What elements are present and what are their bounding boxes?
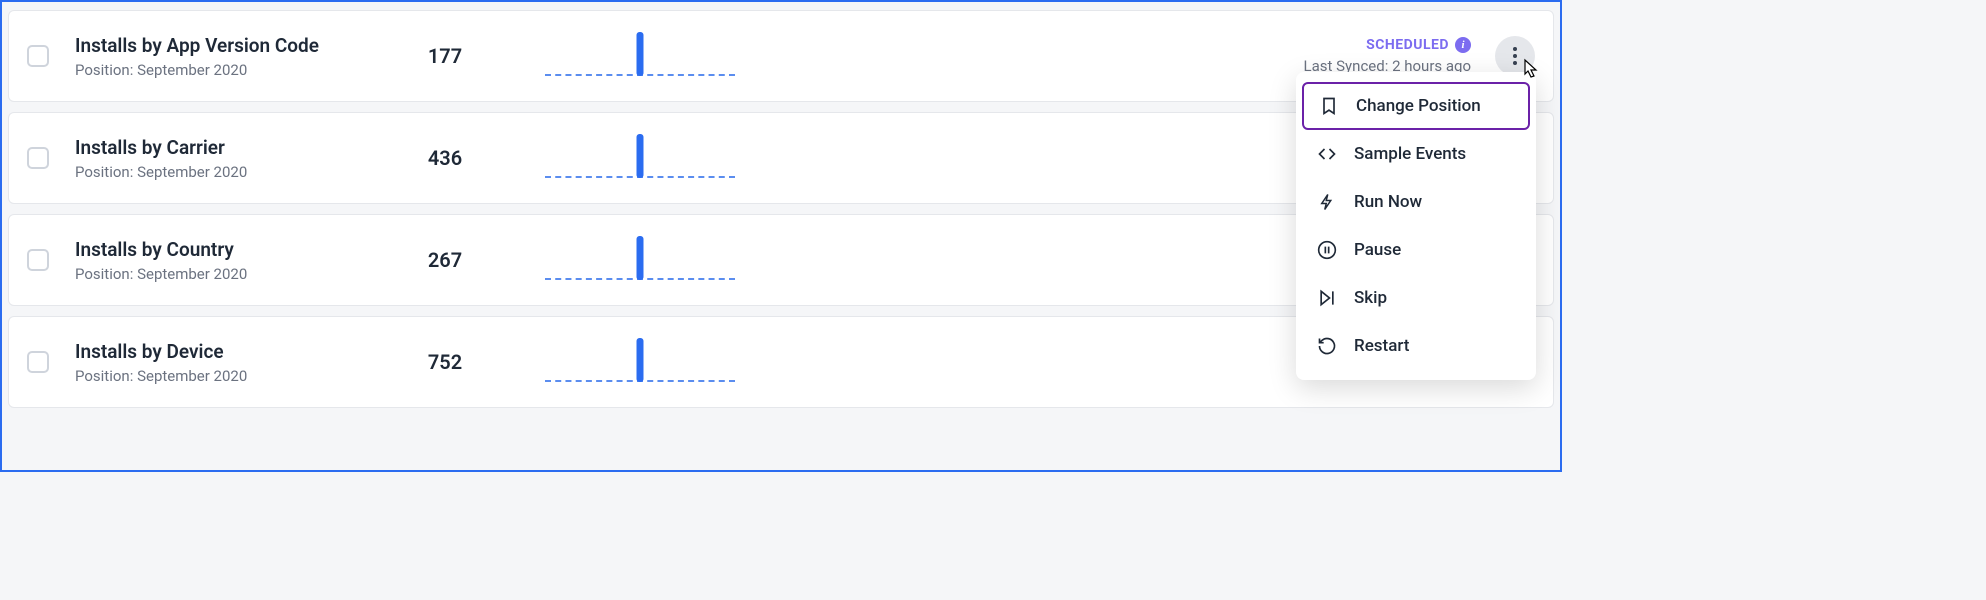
row-title: Installs by Carrier xyxy=(75,136,395,159)
position-value: September 2020 xyxy=(137,163,247,181)
row-subtitle: Position: September 2020 xyxy=(75,265,395,283)
skip-icon xyxy=(1316,287,1338,309)
position-value: September 2020 xyxy=(137,61,247,79)
row-title-block: Installs by Country Position: September … xyxy=(75,238,395,283)
menu-restart[interactable]: Restart xyxy=(1296,322,1536,370)
position-value: September 2020 xyxy=(137,367,247,385)
row-subtitle: Position: September 2020 xyxy=(75,163,395,181)
sparkline xyxy=(545,332,735,392)
row-subtitle: Position: September 2020 xyxy=(75,61,395,79)
row-title-block: Installs by App Version Code Position: S… xyxy=(75,34,395,79)
sparkline xyxy=(545,26,735,86)
row-title: Installs by Country xyxy=(75,238,395,261)
menu-label: Change Position xyxy=(1356,96,1481,116)
pause-icon xyxy=(1316,239,1338,261)
position-label: Position: xyxy=(75,61,133,79)
menu-pause[interactable]: Pause xyxy=(1296,226,1536,274)
position-label: Position: xyxy=(75,367,133,385)
more-button[interactable] xyxy=(1495,36,1535,76)
row-count: 752 xyxy=(395,350,495,374)
position-label: Position: xyxy=(75,265,133,283)
menu-label: Run Now xyxy=(1354,192,1422,212)
row-checkbox[interactable] xyxy=(27,351,49,373)
row-title-block: Installs by Carrier Position: September … xyxy=(75,136,395,181)
row-checkbox[interactable] xyxy=(27,45,49,67)
row-actions-menu: Change Position Sample Events Run Now Pa… xyxy=(1296,72,1536,380)
info-icon[interactable]: i xyxy=(1455,37,1471,53)
menu-label: Skip xyxy=(1354,288,1387,308)
menu-skip[interactable]: Skip xyxy=(1296,274,1536,322)
sparkline xyxy=(545,230,735,290)
row-title: Installs by App Version Code xyxy=(75,34,395,57)
row-count: 267 xyxy=(395,248,495,272)
row-checkbox[interactable] xyxy=(27,147,49,169)
menu-run-now[interactable]: Run Now xyxy=(1296,178,1536,226)
lightning-icon xyxy=(1316,191,1338,213)
status-badge: SCHEDULED xyxy=(1366,37,1449,53)
row-title: Installs by Device xyxy=(75,340,395,363)
row-subtitle: Position: September 2020 xyxy=(75,367,395,385)
position-label: Position: xyxy=(75,163,133,181)
row-count: 177 xyxy=(395,44,495,68)
row-checkbox[interactable] xyxy=(27,249,49,271)
sparkline xyxy=(545,128,735,188)
row-count: 436 xyxy=(395,146,495,170)
menu-label: Restart xyxy=(1354,336,1409,356)
status-block: SCHEDULED i Last Synced: 2 hours ago xyxy=(1304,37,1471,75)
menu-sample-events[interactable]: Sample Events xyxy=(1296,130,1536,178)
position-value: September 2020 xyxy=(137,265,247,283)
menu-label: Sample Events xyxy=(1354,144,1466,164)
row-title-block: Installs by Device Position: September 2… xyxy=(75,340,395,385)
code-icon xyxy=(1316,143,1338,165)
menu-label: Pause xyxy=(1354,240,1401,260)
bookmark-icon xyxy=(1318,95,1340,117)
menu-change-position[interactable]: Change Position xyxy=(1302,82,1530,130)
restart-icon xyxy=(1316,335,1338,357)
